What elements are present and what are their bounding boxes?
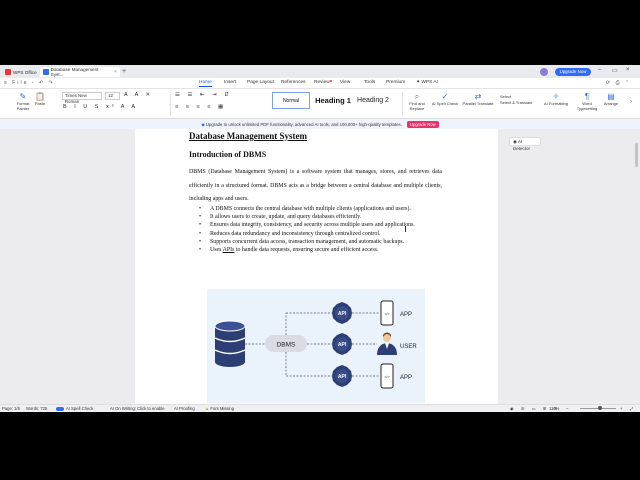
list-item: It allows users to create, update, and q… [199, 214, 442, 222]
tab-wps-office[interactable]: WPS Office [2, 67, 40, 77]
code-icon: </> [384, 375, 389, 379]
list-item: A DBMS connects the central database wit… [199, 206, 442, 214]
ai-proofing-button[interactable]: AI Proofing [174, 405, 195, 412]
dbms-label: DBMS [277, 342, 296, 349]
avatar[interactable] [540, 68, 548, 76]
apis-link[interactable]: APIs [223, 247, 235, 253]
zoom-level[interactable]: 110% [549, 405, 559, 412]
menu-tools[interactable]: Tools [364, 80, 375, 85]
client-label: APP [400, 312, 412, 318]
status-bar: Page: 1/6 Words: 725 AI Spell Check AI O… [0, 404, 640, 412]
menu-home[interactable]: Home [199, 80, 212, 87]
api-label: API [338, 342, 347, 348]
menu-wps-ai[interactable]: ✦ WPS AI [416, 80, 438, 85]
style-heading-1[interactable]: Heading 1 [314, 92, 352, 109]
tab-document[interactable]: Database Management Syst... × [40, 67, 120, 77]
page-indicator[interactable]: Page: 1/6 [2, 405, 20, 412]
ribbon-separator [170, 92, 171, 116]
font-size-buttons[interactable]: A A ✕ [124, 92, 153, 98]
select-button[interactable]: Select Select & Translate [500, 92, 538, 106]
ai-formatting-button[interactable]: ✧ AI Formatting [542, 92, 570, 107]
font-missing-button[interactable]: ▲ Font Missing [205, 405, 234, 412]
parallel-translate-button[interactable]: ⇄ Parallel Translate [462, 92, 494, 107]
zoom-in-icon[interactable]: + [620, 405, 622, 412]
text-cursor [405, 226, 406, 232]
api-label: API [338, 311, 347, 317]
menu-premium[interactable]: Premium [386, 80, 405, 85]
document-area: Database Management System Introduction … [0, 129, 640, 404]
database-icon [214, 320, 246, 367]
ai-writing-toggle[interactable]: AI On Writing: Click to enable [110, 405, 165, 412]
font-name-select[interactable]: Times New Roman [62, 92, 102, 104]
menu-insert[interactable]: Insert [224, 80, 236, 85]
tab-label: WPS Office [13, 69, 37, 75]
document-title: Database Management System [189, 131, 307, 141]
notification-dot-icon [329, 80, 332, 82]
dbms-diagram: DBMS API API API </> APP USER </> APP [207, 289, 425, 403]
minimize-icon[interactable]: – [598, 67, 601, 73]
zoom-slider-handle[interactable] [598, 406, 602, 410]
document-page[interactable]: Database Management System Introduction … [135, 129, 498, 404]
menu-review[interactable]: Review [314, 80, 332, 85]
user-icon [377, 332, 397, 355]
menu-bar: ≡ File ▫ ↶ ↷ Home Insert Page Layout Ref… [0, 78, 640, 89]
menu-page-layout[interactable]: Page Layout [247, 80, 274, 85]
zoom-out-icon[interactable]: – [566, 405, 568, 412]
spell-check-toggle[interactable]: AI Spell Check [56, 405, 93, 412]
ribbon-more-icon[interactable]: › [630, 99, 632, 105]
close-window-icon[interactable]: × [626, 67, 630, 73]
title-bar: WPS Office Database Management Syst... ×… [0, 65, 640, 78]
list-item: Supports concurrent data access, transac… [199, 239, 442, 247]
client-label: APP [400, 375, 412, 381]
font-size-select[interactable]: 12 [105, 92, 120, 100]
fullscreen-icon[interactable]: ⤢ [630, 405, 633, 412]
tab-label: Database Management Syst... [50, 67, 99, 77]
api-label: API [338, 374, 347, 380]
style-heading-2[interactable]: Heading 2 [354, 92, 392, 109]
ai-detector-icon: ◉ [513, 139, 517, 144]
writer-doc-icon [43, 69, 49, 75]
section-heading: Introduction of DBMS [189, 150, 267, 159]
style-normal[interactable]: Normal [272, 92, 310, 109]
find-replace-button[interactable]: ⌕ Find and Replace [406, 92, 428, 111]
text-format-buttons[interactable]: B I U S x² A A [63, 104, 138, 110]
arrange-button[interactable]: ▤ Arrange [600, 92, 622, 107]
word-count[interactable]: Words: 725 [26, 405, 47, 412]
close-tab-icon[interactable]: × [114, 69, 117, 75]
vertical-scrollbar[interactable] [635, 143, 638, 167]
upgrade-banner: ◆ Upgrade to unlock unlimited PDF functi… [0, 120, 640, 129]
menu-right-icons[interactable]: ⟳ ⎙ ⌃ [606, 80, 631, 86]
list-item: Uses APIs to handle data requests, ensur… [199, 247, 442, 255]
warning-icon: ▲ [205, 406, 210, 411]
wps-logo-icon [5, 69, 11, 75]
client-label: USER [400, 344, 417, 350]
alignment-buttons[interactable]: ≡ ≡ ≡ ≡ ▦ [175, 104, 226, 110]
menu-quick-icons[interactable]: ≡ File ▫ ↶ ↷ [4, 80, 55, 86]
toggle-icon [56, 406, 64, 411]
code-icon: </> [384, 312, 389, 316]
paste-button[interactable]: 📋 Paste [30, 92, 50, 107]
maximize-icon[interactable]: ▭ [612, 67, 618, 74]
select-translate-button[interactable]: Select & Translate [500, 100, 532, 105]
banner-text: Upgrade to unlock unlimited PDF function… [205, 122, 402, 127]
banner-upgrade-button[interactable]: Upgrade Now [407, 121, 439, 128]
ribbon-separator [402, 92, 403, 116]
intro-paragraph: DBMS (Database Management System) is a s… [189, 169, 442, 202]
ai-spell-check-button[interactable]: ✓ AI Spell Check [430, 92, 460, 107]
upgrade-now-button[interactable]: Upgrade Now [555, 68, 591, 76]
wps-window: WPS Office Database Management Syst... ×… [0, 65, 640, 412]
word-typesetting-button[interactable]: ¶ Word Typesetting [574, 92, 600, 111]
ai-detector-button[interactable]: ◉ AI Detector [509, 137, 541, 151]
new-tab-icon[interactable]: + [122, 68, 126, 75]
menu-view[interactable]: View [340, 80, 350, 85]
ribbon-toolbar: ✎ Format Painter 📋 Paste Times New Roman… [0, 89, 640, 119]
list-indent-buttons[interactable]: ☰ ☰ ⇤ ⇥ ⇵ [175, 92, 232, 98]
diamond-icon: ◆ [201, 122, 205, 127]
menu-references[interactable]: References [281, 80, 306, 85]
